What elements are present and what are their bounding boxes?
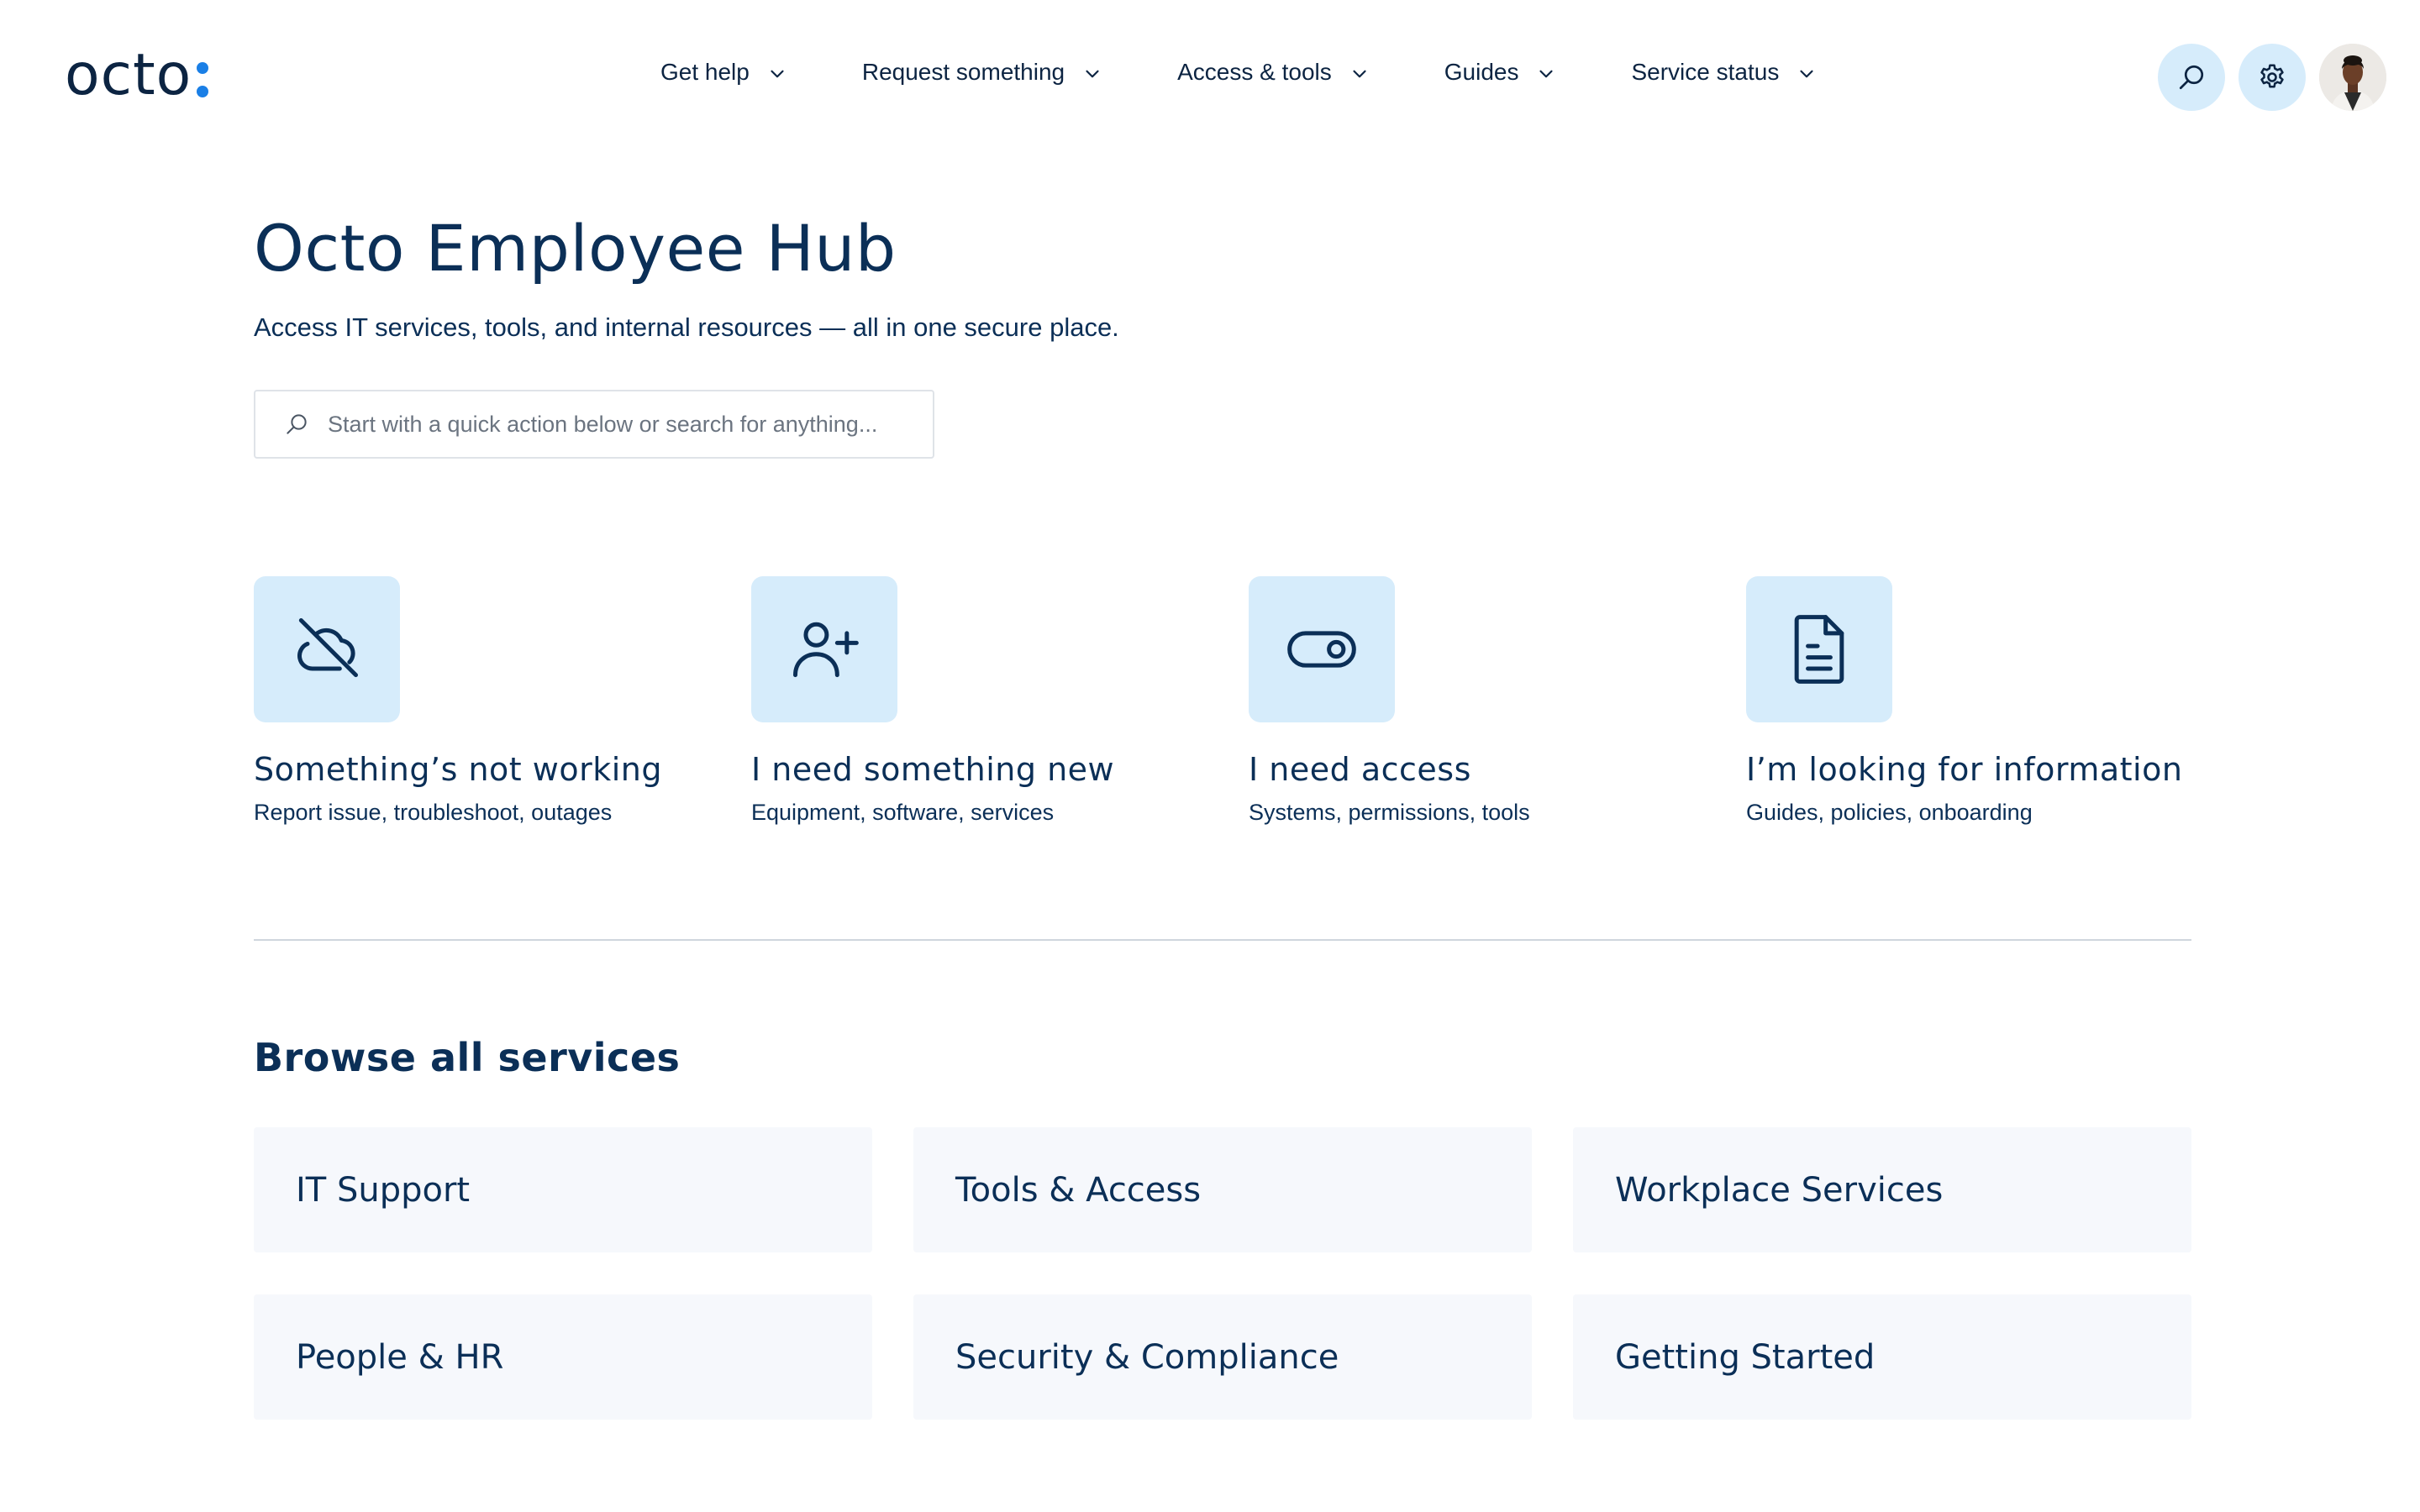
quick-action-not-working[interactable]: Something’s not working Report issue, tr… [254, 576, 724, 826]
nav-label: Service status [1631, 59, 1780, 85]
search-icon [287, 414, 307, 434]
cloud-off-icon [297, 618, 358, 678]
chevron-down-icon [1800, 70, 1813, 78]
quick-action-need-access[interactable]: I need access Systems, permissions, tool… [1249, 576, 1719, 826]
main-nav: Get help Request something Access & tool… [660, 59, 1818, 86]
search-icon [2179, 65, 2204, 90]
nav-guides[interactable]: Guides [1444, 59, 1558, 86]
user-avatar[interactable] [2319, 44, 2386, 111]
chevron-down-icon [1539, 70, 1554, 78]
browse-services-heading: Browse all services [254, 1035, 681, 1080]
nav-label: Guides [1444, 59, 1519, 85]
nav-label: Get help [660, 59, 750, 85]
nav-get-help[interactable]: Get help [660, 59, 788, 86]
header-settings-button[interactable] [2238, 44, 2306, 111]
document-icon [1794, 615, 1844, 684]
quick-action-tile [1746, 576, 1892, 722]
page-title: Octo Employee Hub [254, 211, 897, 286]
quick-action-information[interactable]: I’m looking for information Guides, poli… [1746, 576, 2217, 826]
nav-request-something[interactable]: Request something [862, 59, 1103, 86]
service-card-getting-started[interactable]: Getting Started [1573, 1294, 2191, 1420]
quick-action-description: Systems, permissions, tools [1249, 800, 1530, 825]
quick-action-description: Guides, policies, onboarding [1746, 800, 2033, 825]
service-card-tools-access[interactable]: Tools & Access [913, 1127, 1532, 1252]
service-card-workplace-services[interactable]: Workplace Services [1573, 1127, 2191, 1252]
nav-access-tools[interactable]: Access & tools [1177, 59, 1370, 86]
site-header: octo Get help Request something Access &… [0, 0, 2420, 156]
service-card-people-hr[interactable]: People & HR [254, 1294, 872, 1420]
user-plus-icon [793, 622, 859, 678]
nav-service-status[interactable]: Service status [1631, 59, 1818, 86]
header-search-button[interactable] [2158, 44, 2225, 111]
page-subtitle: Access IT services, tools, and internal … [254, 312, 1119, 342]
avatar-photo-icon [2319, 44, 2386, 111]
nav-label: Access & tools [1177, 59, 1332, 85]
quick-action-need-new[interactable]: I need something new Equipment, software… [751, 576, 1222, 826]
quick-action-tile [254, 576, 400, 722]
section-divider [254, 939, 2191, 941]
quick-action-title: I’m looking for information [1746, 751, 2183, 788]
services-grid: IT Support Tools & Access Workplace Serv… [254, 1127, 2191, 1420]
quick-action-description: Equipment, software, services [751, 800, 1055, 825]
nav-label: Request something [861, 59, 1065, 85]
quick-action-title: Something’s not working [254, 751, 662, 788]
chevron-down-icon [771, 70, 784, 78]
quick-action-description: Report issue, troubleshoot, outages [254, 800, 613, 825]
quick-action-tile [751, 576, 897, 722]
toggle-icon [1287, 631, 1356, 668]
hub-search-input[interactable] [328, 411, 916, 438]
chevron-down-icon [1353, 70, 1366, 78]
logo-text: octo [65, 42, 192, 108]
quick-action-tile [1249, 576, 1395, 722]
service-card-security-compliance[interactable]: Security & Compliance [913, 1294, 1532, 1420]
hub-search-bar[interactable] [254, 390, 934, 459]
service-card-it-support[interactable]: IT Support [254, 1127, 872, 1252]
quick-action-title: I need access [1249, 751, 1471, 788]
chevron-down-icon [1086, 70, 1099, 78]
octo-logo[interactable]: octo [65, 39, 210, 113]
quick-action-title: I need something new [751, 751, 1115, 788]
gear-icon [2260, 64, 2284, 88]
logo-colon-icon [197, 50, 210, 104]
